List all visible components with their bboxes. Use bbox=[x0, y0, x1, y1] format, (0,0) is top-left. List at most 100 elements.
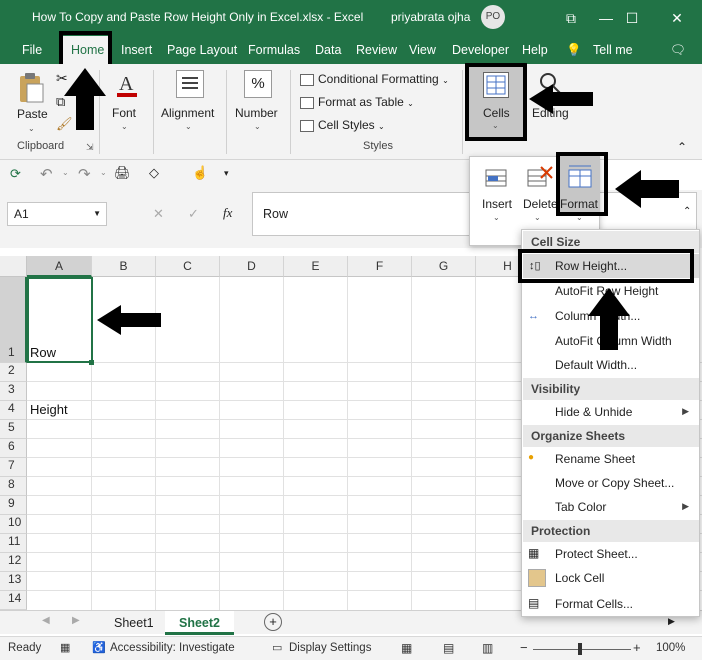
touch-mode-icon[interactable]: ☝ bbox=[192, 165, 208, 181]
select-all-button[interactable] bbox=[0, 256, 27, 277]
default-width-item[interactable]: Default Width... bbox=[555, 358, 637, 372]
new-sheet-icon[interactable]: + bbox=[264, 613, 282, 631]
row-header-12[interactable]: 12 bbox=[0, 553, 27, 572]
avatar[interactable]: PO bbox=[481, 5, 505, 29]
quick-print-icon[interactable]: 🖨 bbox=[114, 165, 131, 181]
column-header-g[interactable]: G bbox=[412, 256, 476, 277]
zoom-out-icon[interactable]: − bbox=[520, 640, 528, 655]
row-header-3[interactable]: 3 bbox=[0, 382, 27, 401]
insert-cells-icon[interactable] bbox=[484, 164, 510, 190]
number-icon[interactable]: % bbox=[244, 70, 272, 98]
format-cells-item[interactable]: Format Cells... bbox=[555, 597, 633, 611]
number-button[interactable]: Number bbox=[235, 106, 278, 120]
page-break-view-icon[interactable]: ▥ bbox=[482, 641, 493, 655]
redo-icon[interactable]: ↷ bbox=[78, 165, 91, 183]
accessibility-status[interactable]: Accessibility: Investigate bbox=[110, 642, 235, 654]
insert-button[interactable]: Insert bbox=[482, 197, 512, 211]
undo-icon[interactable]: ↶ bbox=[40, 165, 53, 183]
name-box-dropdown-icon[interactable]: ▼ bbox=[93, 209, 101, 218]
paste-button[interactable]: Paste bbox=[17, 107, 48, 121]
font-icon[interactable]: A bbox=[114, 70, 140, 100]
row-header-1[interactable]: 1 bbox=[0, 277, 27, 363]
user-name[interactable]: priyabrata ojha bbox=[391, 10, 470, 24]
minimize-icon[interactable]: — bbox=[596, 8, 616, 28]
ribbon-display-icon[interactable]: ⧉ bbox=[561, 8, 581, 28]
menu-insert[interactable]: Insert bbox=[121, 43, 152, 57]
lock-cell-item[interactable]: Lock Cell bbox=[555, 571, 604, 585]
hide-unhide-item[interactable]: Hide & Unhide bbox=[555, 405, 632, 419]
fill-handle[interactable] bbox=[89, 360, 94, 365]
cell-styles-button[interactable]: Cell Styles ⌄ bbox=[300, 118, 385, 132]
scroll-right-icon[interactable]: ▶ bbox=[668, 616, 675, 627]
conditional-formatting-button[interactable]: Conditional Formatting ⌄ bbox=[300, 72, 449, 86]
row-header-9[interactable]: 9 bbox=[0, 496, 27, 515]
row-header-6[interactable]: 6 bbox=[0, 439, 27, 458]
menu-data[interactable]: Data bbox=[315, 43, 341, 57]
font-button[interactable]: Font bbox=[112, 106, 136, 120]
row-header-13[interactable]: 13 bbox=[0, 572, 27, 591]
row-header-8[interactable]: 8 bbox=[0, 477, 27, 496]
zoom-in-icon[interactable]: + bbox=[633, 640, 641, 655]
paste-icon[interactable] bbox=[17, 72, 45, 104]
column-header-c[interactable]: C bbox=[156, 256, 220, 277]
row-header-11[interactable]: 11 bbox=[0, 534, 27, 553]
menu-formulas[interactable]: Formulas bbox=[248, 43, 300, 57]
menu-page-layout[interactable]: Page Layout bbox=[167, 43, 237, 57]
tab-color-item[interactable]: Tab Color bbox=[555, 500, 606, 514]
column-header-d[interactable]: D bbox=[220, 256, 284, 277]
customize-qat-icon[interactable]: ▾ bbox=[224, 168, 229, 179]
expand-formula-icon[interactable]: ⌃ bbox=[683, 206, 691, 217]
row-header-14[interactable]: 14 bbox=[0, 591, 27, 610]
rename-sheet-item[interactable]: Rename Sheet bbox=[555, 452, 635, 466]
alignment-icon[interactable] bbox=[176, 70, 204, 98]
enter-icon[interactable]: ✓ bbox=[188, 206, 199, 222]
insert-function-button[interactable]: fx bbox=[223, 205, 232, 221]
row-header-7[interactable]: 7 bbox=[0, 458, 27, 477]
collapse-ribbon-icon[interactable]: ⌃ bbox=[677, 140, 687, 154]
display-settings[interactable]: Display Settings bbox=[289, 642, 371, 654]
menu-file[interactable]: File bbox=[22, 43, 42, 57]
menu-view[interactable]: View bbox=[409, 43, 436, 57]
protect-sheet-item[interactable]: Protect Sheet... bbox=[555, 547, 638, 561]
page-layout-view-icon[interactable]: ▤ bbox=[443, 641, 454, 655]
row-header-5[interactable]: 5 bbox=[0, 420, 27, 439]
menu-developer[interactable]: Developer bbox=[452, 43, 509, 57]
tab-sheet1[interactable]: Sheet1 bbox=[100, 611, 168, 635]
row-header-2[interactable]: 2 bbox=[0, 363, 27, 382]
next-sheet-icon[interactable]: ▶ bbox=[72, 615, 80, 626]
name-box[interactable]: A1 ▼ bbox=[7, 202, 107, 226]
close-icon[interactable]: ✕ bbox=[667, 8, 687, 28]
column-header-b[interactable]: B bbox=[92, 256, 156, 277]
prev-sheet-icon[interactable]: ◀ bbox=[42, 615, 50, 626]
move-copy-sheet-item[interactable]: Move or Copy Sheet... bbox=[555, 476, 674, 490]
normal-view-icon[interactable]: ▦ bbox=[401, 641, 412, 655]
delete-cells-icon[interactable] bbox=[526, 164, 554, 190]
cancel-icon[interactable]: ✕ bbox=[153, 206, 164, 222]
tab-sheet2[interactable]: Sheet2 bbox=[165, 611, 234, 635]
comment-icon[interactable]: 🗨 bbox=[670, 43, 686, 58]
autosave-icon[interactable]: ⟳ bbox=[10, 166, 21, 182]
shapes-icon[interactable]: ◇ bbox=[149, 165, 159, 181]
format-cells-menu-icon: ▤ bbox=[528, 596, 540, 610]
row-header-4[interactable]: 4 bbox=[0, 401, 27, 420]
paste-dropdown-icon[interactable]: ⌄ bbox=[28, 124, 35, 133]
alignment-button[interactable]: Alignment bbox=[161, 106, 214, 120]
zoom-level[interactable]: 100% bbox=[656, 642, 685, 654]
clipboard-launcher-icon[interactable]: ⇲ bbox=[86, 142, 94, 153]
delete-button[interactable]: Delete bbox=[523, 197, 558, 211]
column-header-a[interactable]: A bbox=[27, 256, 92, 277]
maximize-icon[interactable]: ☐ bbox=[622, 8, 642, 28]
cell-a1[interactable]: Row bbox=[30, 345, 56, 360]
cell-a4[interactable]: Height bbox=[30, 402, 68, 417]
row-header-10[interactable]: 10 bbox=[0, 515, 27, 534]
column-header-f[interactable]: F bbox=[348, 256, 412, 277]
format-as-table-button[interactable]: Format as Table ⌄ bbox=[300, 95, 414, 109]
menu-help[interactable]: Help bbox=[522, 43, 548, 57]
menu-review[interactable]: Review bbox=[356, 43, 397, 57]
column-header-e[interactable]: E bbox=[284, 256, 348, 277]
zoom-slider-thumb[interactable] bbox=[578, 643, 582, 655]
protect-sheet-icon: ▦ bbox=[528, 546, 540, 560]
status-bar: Ready ▦ ♿ Accessibility: Investigate ▭ D… bbox=[0, 636, 702, 660]
tell-me-search[interactable]: Tell me bbox=[593, 43, 633, 57]
zoom-slider[interactable] bbox=[533, 649, 631, 650]
